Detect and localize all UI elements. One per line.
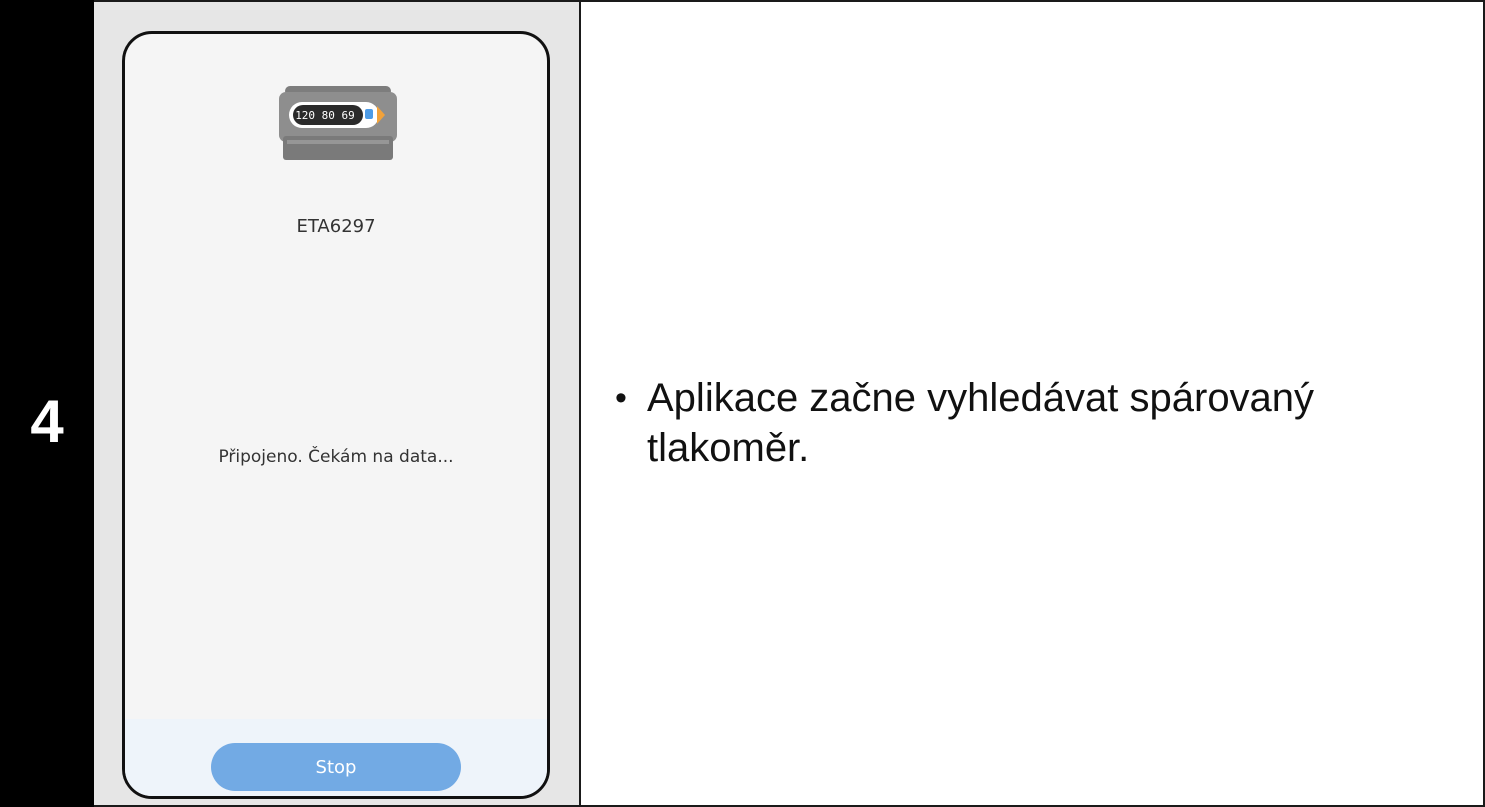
blood-pressure-monitor-icon: 120 80 69	[279, 86, 397, 160]
instruction-step-panel: 4 120 80 69 ETA6297 Připojeno. Čekám na …	[0, 0, 1485, 807]
device-model-name: ETA6297	[296, 216, 376, 237]
device-display-readout: 120 80 69	[295, 109, 355, 122]
step-number-column: 4	[0, 0, 94, 807]
instruction-text: Aplikace začne vyhledávat spárovaný tlak…	[647, 376, 1315, 470]
instruction-column: • Aplikace začne vyhledávat spárovaný tl…	[581, 0, 1485, 807]
bottom-action-bar: Stop	[125, 719, 547, 796]
stop-button[interactable]: Stop	[211, 743, 461, 791]
instruction-item: • Aplikace začne vyhledávat spárovaný tl…	[615, 373, 1435, 473]
screenshot-column: 120 80 69 ETA6297 Připojeno. Čekám na da…	[94, 0, 581, 807]
step-number: 4	[30, 388, 64, 455]
connection-status-text: Připojeno. Čekám na data...	[218, 447, 454, 467]
bullet: •	[615, 379, 627, 417]
phone-screen: 120 80 69 ETA6297 Připojeno. Čekám na da…	[122, 31, 550, 799]
